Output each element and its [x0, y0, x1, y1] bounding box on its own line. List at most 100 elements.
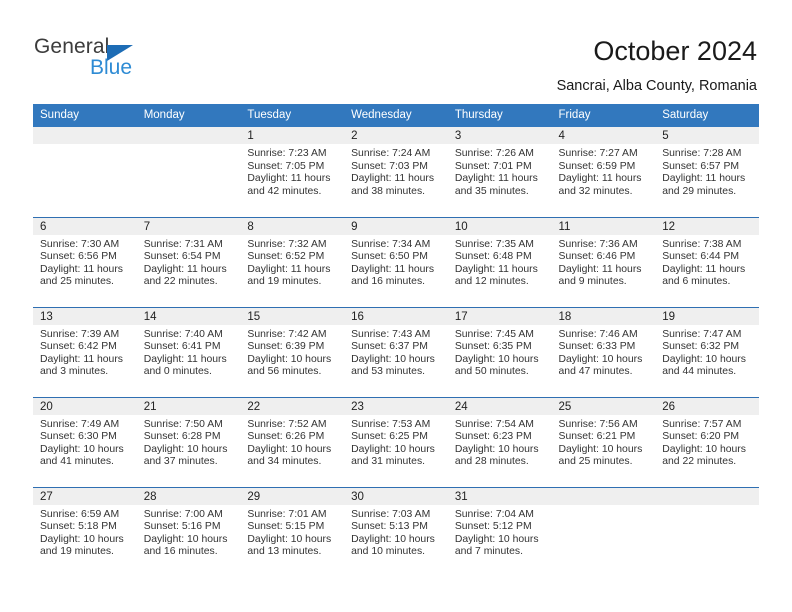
- day-detail-line: and 50 minutes.: [454, 366, 529, 378]
- day-number: 23: [344, 397, 448, 415]
- calendar-page: General Blue October 2024 Sancrai, Alba …: [0, 0, 792, 612]
- day-detail-line: and 13 minutes.: [247, 546, 322, 558]
- logo-text-general: General: [34, 35, 110, 58]
- day-cell-inner: 5 Sunrise: 7:28 AM Sunset: 6:57 PM Daylight…: [655, 127, 759, 215]
- day-cell-inner: 25 Sunrise: 7:56 AM Sunset: 6:21 PM Dayligh…: [551, 397, 656, 486]
- day-number: 31: [447, 487, 552, 505]
- calendar-day-cell[interactable]: 22 Sunrise: 7:52 AM Sunset: 6:26 PM Dayligh…: [240, 396, 345, 487]
- calendar-day-cell[interactable]: 3 Sunrise: 7:26 AM Sunset: 7:01 PM Daylight…: [447, 127, 552, 217]
- calendar-day-cell[interactable]: 14 Sunrise: 7:40 AM Sunset: 6:41 PM Dayligh…: [136, 306, 241, 397]
- calendar-day-cell[interactable]: 13 Sunrise: 7:39 AM Sunset: 6:42 PM Dayligh…: [33, 306, 137, 397]
- calendar-day-cell[interactable]: 12 Sunrise: 7:38 AM Sunset: 6:44 PM Dayligh…: [655, 216, 759, 307]
- calendar-day-cell[interactable]: 15 Sunrise: 7:42 AM Sunset: 6:39 PM Dayligh…: [240, 306, 345, 397]
- day-detail-line: Sunrise: 7:35 AM: [454, 238, 534, 250]
- day-detail-line: Sunrise: 7:00 AM: [143, 508, 223, 520]
- day-details: Sunrise: 7:36 AM Sunset: 6:46 PM Daylight:…: [552, 235, 656, 289]
- day-detail-line: Sunset: 5:13 PM: [351, 521, 428, 533]
- calendar-day-cell[interactable]: 18 Sunrise: 7:46 AM Sunset: 6:33 PM Dayligh…: [551, 306, 656, 397]
- day-cell-inner: 4 Sunrise: 7:27 AM Sunset: 6:59 PM Daylight…: [551, 127, 656, 215]
- day-detail-line: Sunrise: 7:47 AM: [662, 328, 742, 340]
- day-detail-line: Sunrise: 7:54 AM: [454, 418, 534, 430]
- calendar-day-cell[interactable]: 19 Sunrise: 7:47 AM Sunset: 6:32 PM Dayligh…: [655, 306, 759, 397]
- day-detail-line: Sunset: 5:18 PM: [40, 521, 117, 533]
- day-cell-inner: 12 Sunrise: 7:38 AM Sunset: 6:44 PM Dayligh…: [655, 217, 759, 306]
- calendar-day-cell[interactable]: 4 Sunrise: 7:27 AM Sunset: 6:59 PM Daylight…: [551, 127, 656, 217]
- calendar-day-cell[interactable]: 26 Sunrise: 7:57 AM Sunset: 6:20 PM Dayligh…: [655, 396, 759, 487]
- day-detail-line: and 22 minutes.: [662, 456, 737, 468]
- day-cell-inner: 13 Sunrise: 7:39 AM Sunset: 6:42 PM Dayligh…: [33, 307, 137, 396]
- day-detail-line: Daylight: 10 hours: [662, 353, 746, 365]
- calendar-day-cell[interactable]: 29 Sunrise: 7:01 AM Sunset: 5:15 PM Dayligh…: [240, 486, 345, 577]
- day-detail-line: and 10 minutes.: [351, 546, 426, 558]
- day-detail-line: and 7 minutes.: [454, 546, 523, 558]
- day-details: Sunrise: 7:50 AM Sunset: 6:28 PM Daylight:…: [137, 415, 241, 469]
- day-detail-line: Daylight: 11 hours: [454, 263, 538, 275]
- day-detail-line: Daylight: 11 hours: [351, 173, 435, 185]
- day-details: Sunrise: 7:00 AM Sunset: 5:16 PM Daylight:…: [137, 505, 241, 559]
- calendar-week-row: 1 Sunrise: 7:23 AM Sunset: 7:05 PM Daylight…: [33, 127, 759, 217]
- calendar-day-cell[interactable]: 2 Sunrise: 7:24 AM Sunset: 7:03 PM Daylight…: [344, 127, 448, 217]
- day-number: 1: [240, 127, 345, 144]
- day-cell-inner: 26 Sunrise: 7:57 AM Sunset: 6:20 PM Dayligh…: [655, 397, 759, 486]
- day-detail-line: Sunset: 6:28 PM: [143, 431, 221, 443]
- day-number: 6: [33, 217, 137, 235]
- calendar-day-cell[interactable]: 27 Sunrise: 6:59 AM Sunset: 5:18 PM Dayligh…: [33, 486, 137, 577]
- calendar-day-cell[interactable]: 25 Sunrise: 7:56 AM Sunset: 6:21 PM Dayligh…: [551, 396, 656, 487]
- day-details: Sunrise: 7:30 AM Sunset: 6:56 PM Daylight:…: [33, 235, 137, 289]
- calendar-day-cell[interactable]: 9 Sunrise: 7:34 AM Sunset: 6:50 PM Daylight…: [344, 216, 448, 307]
- calendar-day-cell[interactable]: 10 Sunrise: 7:35 AM Sunset: 6:48 PM Dayligh…: [447, 216, 552, 307]
- day-detail-line: Sunrise: 7:30 AM: [40, 238, 120, 250]
- page-subtitle: Sancrai, Alba County, Romania: [556, 78, 757, 94]
- day-cell-inner: 30 Sunrise: 7:03 AM Sunset: 5:13 PM Dayligh…: [344, 487, 448, 576]
- calendar-day-cell[interactable]: 24 Sunrise: 7:54 AM Sunset: 6:23 PM Dayligh…: [447, 396, 552, 487]
- day-detail-line: Sunrise: 7:49 AM: [40, 418, 120, 430]
- day-detail-line: Daylight: 11 hours: [247, 263, 331, 275]
- day-detail-line: Daylight: 10 hours: [454, 353, 539, 365]
- day-details: Sunrise: 7:34 AM Sunset: 6:50 PM Daylight:…: [344, 235, 448, 289]
- day-number: 22: [240, 397, 345, 415]
- day-detail-line: Sunset: 6:59 PM: [558, 160, 636, 172]
- calendar-day-cell[interactable]: 7 Sunrise: 7:31 AM Sunset: 6:54 PM Daylight…: [136, 216, 241, 307]
- day-number: 30: [344, 487, 448, 505]
- calendar-empty-cell: [136, 127, 241, 217]
- day-number: 28: [136, 487, 241, 505]
- day-number: 10: [447, 217, 552, 235]
- day-cell-inner: 17 Sunrise: 7:45 AM Sunset: 6:35 PM Dayligh…: [447, 307, 552, 396]
- calendar-day-cell[interactable]: 1 Sunrise: 7:23 AM Sunset: 7:05 PM Daylight…: [240, 127, 345, 217]
- day-detail-line: and 41 minutes.: [40, 456, 114, 468]
- day-detail-line: Daylight: 11 hours: [662, 263, 746, 275]
- calendar-day-cell[interactable]: 5 Sunrise: 7:28 AM Sunset: 6:57 PM Daylight…: [655, 127, 759, 217]
- day-cell-inner: 2 Sunrise: 7:24 AM Sunset: 7:03 PM Daylight…: [344, 127, 448, 215]
- calendar-day-cell[interactable]: 17 Sunrise: 7:45 AM Sunset: 6:35 PM Dayligh…: [447, 306, 552, 397]
- day-detail-line: Daylight: 10 hours: [558, 443, 643, 455]
- calendar-day-cell[interactable]: 8 Sunrise: 7:32 AM Sunset: 6:52 PM Daylight…: [240, 216, 345, 307]
- day-cell-inner: 8 Sunrise: 7:32 AM Sunset: 6:52 PM Daylight…: [240, 217, 345, 306]
- day-detail-line: Sunset: 6:41 PM: [143, 341, 221, 353]
- day-details: Sunrise: 7:35 AM Sunset: 6:48 PM Daylight:…: [448, 235, 552, 289]
- calendar-day-cell[interactable]: 31 Sunrise: 7:04 AM Sunset: 5:12 PM Dayligh…: [447, 486, 552, 577]
- day-detail-line: Daylight: 11 hours: [558, 263, 642, 275]
- day-details: Sunrise: 7:24 AM Sunset: 7:03 PM Daylight:…: [344, 144, 448, 198]
- calendar-day-cell[interactable]: 23 Sunrise: 7:53 AM Sunset: 6:25 PM Dayligh…: [344, 396, 448, 487]
- day-details: Sunrise: 7:32 AM Sunset: 6:52 PM Daylight:…: [240, 235, 344, 289]
- logo[interactable]: General Blue: [34, 36, 214, 88]
- day-detail-line: and 16 minutes.: [143, 546, 218, 558]
- day-detail-line: Sunset: 6:35 PM: [454, 341, 532, 353]
- calendar-day-cell[interactable]: 6 Sunrise: 7:30 AM Sunset: 6:56 PM Daylight…: [33, 216, 137, 307]
- weekday-header-monday: Monday: [136, 104, 241, 127]
- day-cell-inner: 14 Sunrise: 7:40 AM Sunset: 6:41 PM Dayligh…: [136, 307, 241, 396]
- calendar-day-cell[interactable]: 16 Sunrise: 7:43 AM Sunset: 6:37 PM Dayligh…: [344, 306, 448, 397]
- day-detail-line: Daylight: 10 hours: [454, 443, 539, 455]
- day-detail-line: Daylight: 10 hours: [351, 353, 435, 365]
- weekday-header-saturday: Saturday: [655, 104, 759, 127]
- day-detail-line: Sunset: 6:26 PM: [247, 431, 325, 443]
- weekday-header-tuesday: Tuesday: [240, 104, 345, 127]
- day-number: 16: [344, 307, 448, 325]
- calendar-day-cell[interactable]: 30 Sunrise: 7:03 AM Sunset: 5:13 PM Dayligh…: [344, 486, 448, 577]
- day-cell-inner: 29 Sunrise: 7:01 AM Sunset: 5:15 PM Dayligh…: [240, 487, 345, 576]
- calendar-day-cell[interactable]: 21 Sunrise: 7:50 AM Sunset: 6:28 PM Dayligh…: [136, 396, 241, 487]
- day-detail-line: Sunset: 5:15 PM: [247, 521, 325, 533]
- calendar-day-cell[interactable]: 28 Sunrise: 7:00 AM Sunset: 5:16 PM Dayligh…: [136, 486, 241, 577]
- calendar-day-cell[interactable]: 20 Sunrise: 7:49 AM Sunset: 6:30 PM Dayligh…: [33, 396, 137, 487]
- calendar-day-cell[interactable]: 11 Sunrise: 7:36 AM Sunset: 6:46 PM Dayligh…: [551, 216, 656, 307]
